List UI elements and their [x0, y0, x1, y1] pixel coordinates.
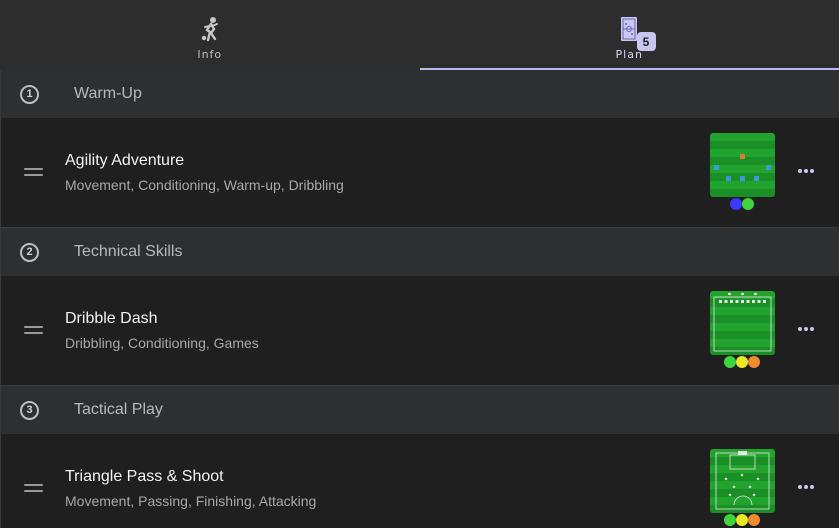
- difficulty-dot: [736, 356, 748, 368]
- drill-tags: Movement, Conditioning, Warm-up, Dribbli…: [65, 177, 344, 193]
- drag-handle-icon[interactable]: [24, 168, 43, 176]
- drill-tags: Movement, Passing, Finishing, Attacking: [65, 493, 317, 509]
- drill-row[interactable]: Triangle Pass & Shoot Movement, Passing, …: [1, 434, 839, 528]
- section-number: 3: [20, 400, 39, 420]
- more-options-icon[interactable]: [798, 326, 814, 332]
- drag-handle-icon[interactable]: [24, 484, 43, 492]
- section-title: Technical Skills: [74, 243, 183, 260]
- difficulty-dot: [748, 514, 760, 526]
- drill-diagram-thumbnail[interactable]: [710, 449, 775, 513]
- section-number: 1: [20, 84, 39, 104]
- difficulty-dot: [736, 514, 748, 526]
- difficulty-dots: [724, 356, 760, 368]
- difficulty-dot: [724, 356, 736, 368]
- tab-bar: Info Plan 5: [0, 0, 839, 70]
- more-options-icon[interactable]: [798, 168, 814, 174]
- drill-title: Triangle Pass & Shoot: [65, 468, 224, 485]
- section-header: 1 Warm-Up: [1, 70, 839, 118]
- tab-label: Info: [197, 48, 223, 61]
- drill-diagram-thumbnail[interactable]: [710, 133, 775, 197]
- difficulty-dots: [724, 514, 760, 526]
- section-title: Tactical Play: [74, 401, 163, 418]
- difficulty-dot: [742, 198, 754, 210]
- drill-diagram-thumbnail[interactable]: [710, 291, 775, 355]
- drag-handle-icon[interactable]: [24, 326, 43, 334]
- section-title: Warm-Up: [74, 85, 142, 102]
- drill-tags: Dribbling, Conditioning, Games: [65, 335, 259, 351]
- drill-row[interactable]: Agility Adventure Movement, Conditioning,…: [1, 118, 839, 228]
- tab-info[interactable]: Info: [0, 0, 420, 70]
- tab-plan[interactable]: Plan 5: [419, 0, 839, 70]
- difficulty-dots: [730, 198, 754, 210]
- difficulty-dot: [748, 356, 760, 368]
- count-badge: 5: [636, 32, 656, 51]
- drill-row[interactable]: Dribble Dash Dribbling, Conditioning, Gam…: [1, 276, 839, 386]
- section-header: 2 Technical Skills: [1, 228, 839, 276]
- session-plan-list: 1 Warm-Up Agility Adventure Movement, Condi…: [0, 70, 839, 528]
- difficulty-dot: [724, 514, 736, 526]
- section-number: 2: [20, 242, 39, 262]
- drill-title: Dribble Dash: [65, 310, 158, 327]
- section-header: 3 Tactical Play: [1, 386, 839, 434]
- more-options-icon[interactable]: [798, 484, 814, 490]
- drill-title: Agility Adventure: [65, 152, 185, 169]
- player-icon: [198, 16, 222, 42]
- difficulty-dot: [730, 198, 742, 210]
